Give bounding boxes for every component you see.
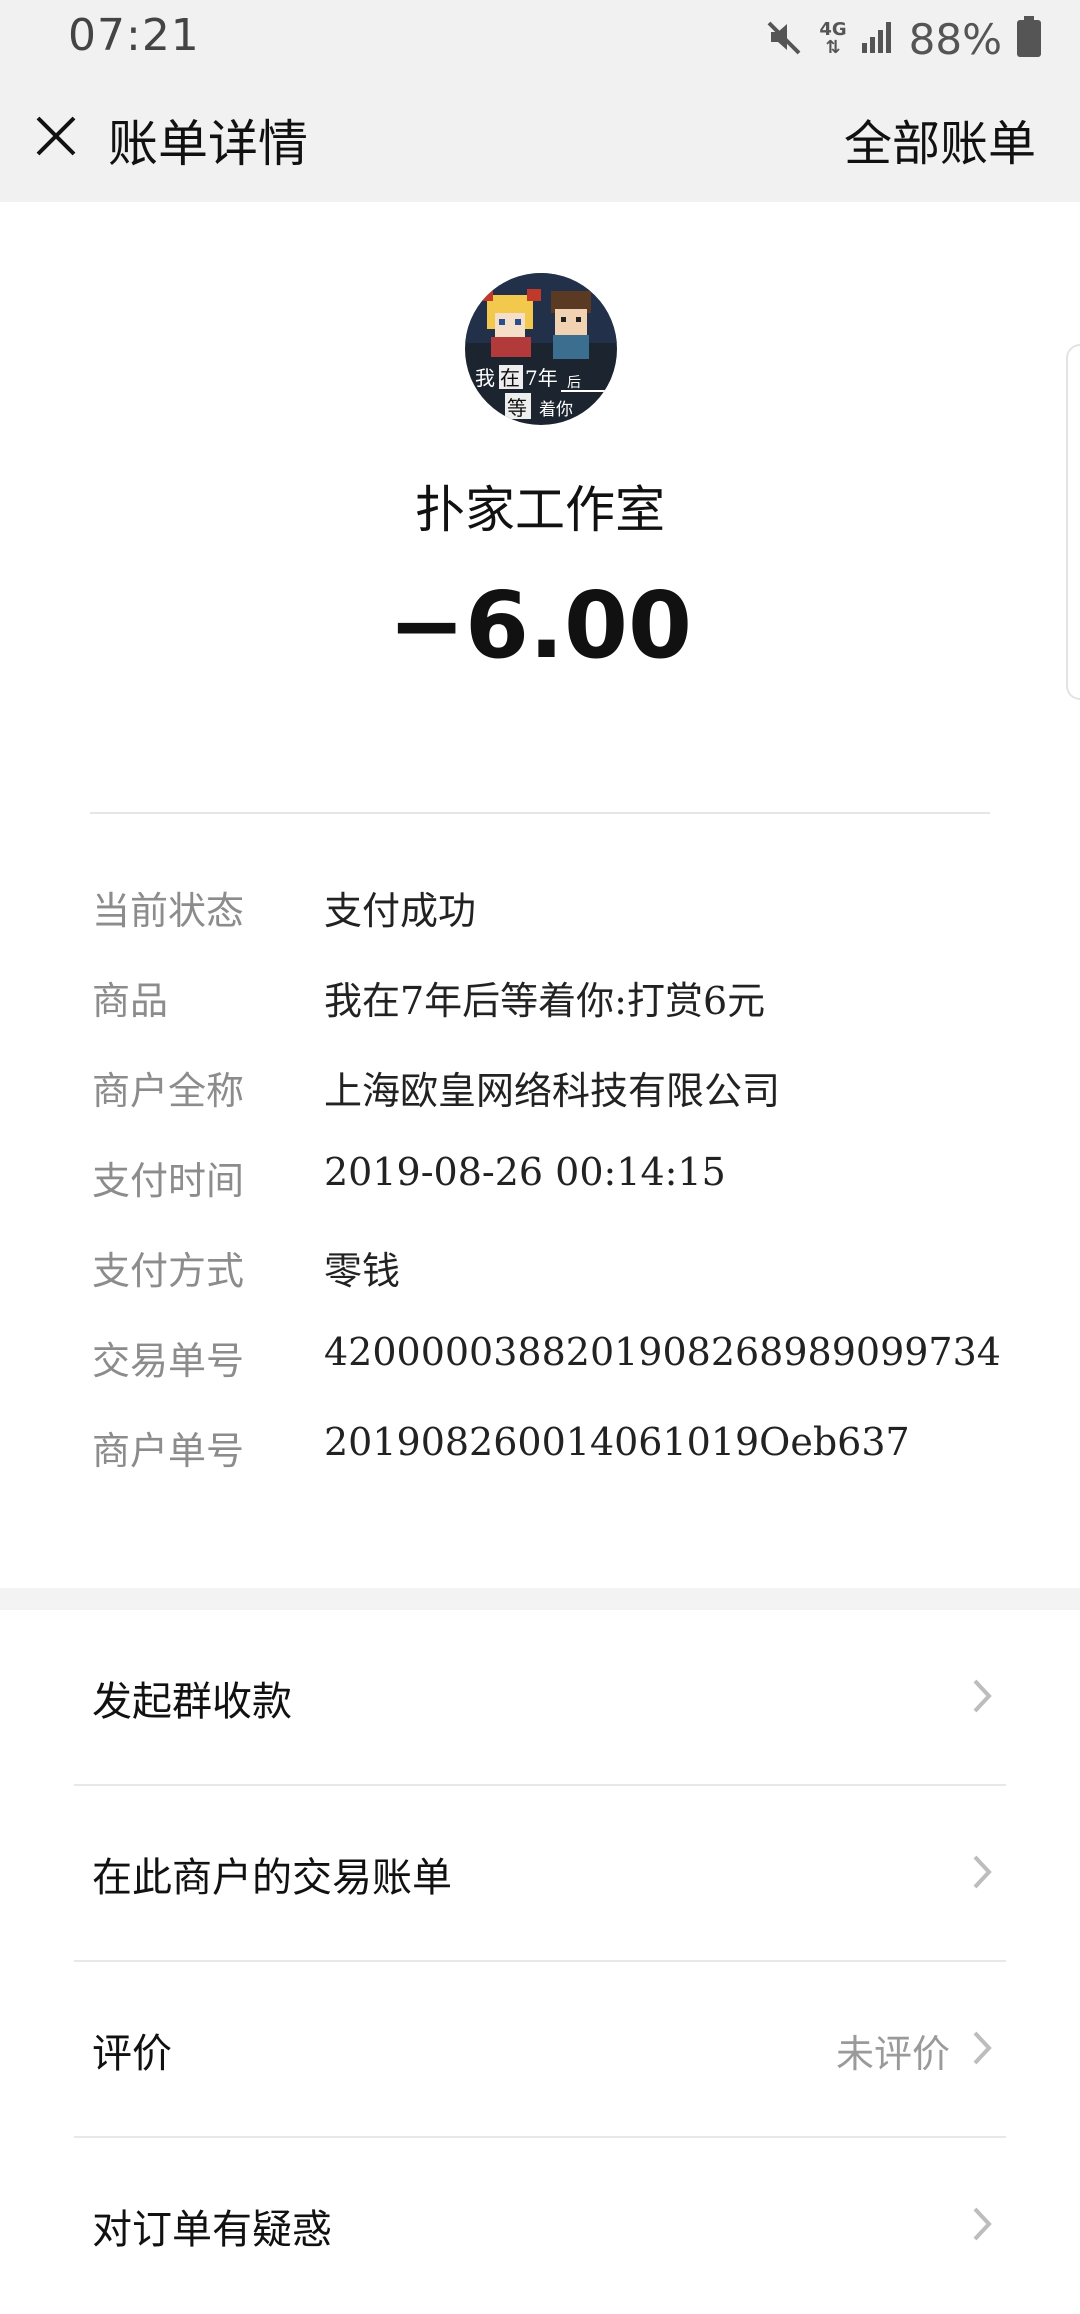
menu-item-label: 在此商户的交易账单 (92, 1855, 452, 1901)
menu-item-label: 发起群收款 (92, 1679, 292, 1725)
chevron-right-icon (972, 1678, 992, 1718)
detail-value: 4200000388201908268989099734 (324, 1330, 1001, 1374)
side-handle[interactable] (1066, 344, 1080, 700)
detail-value: 2019-08-26 00:14:15 (324, 1150, 726, 1194)
avatar-caption-4: 后 (567, 375, 581, 391)
review-item[interactable]: 评价 未评价 (0, 1962, 1080, 2138)
avatar-caption-6: 着你 (539, 400, 573, 420)
payment-amount: −6.00 (387, 572, 693, 679)
detail-value: 201908260014061019Oeb637 (324, 1420, 910, 1464)
status-icons: 4G ⇅ 88% (765, 14, 1042, 64)
detail-value: 上海欧皇网络科技有限公司 (324, 1069, 781, 1113)
all-bills-link[interactable]: 全部账单 (844, 104, 1036, 174)
avatar-caption-1: 我 (475, 366, 495, 390)
battery-icon (1016, 16, 1042, 62)
menu-item-label: 对订单有疑惑 (92, 2207, 332, 2253)
chevron-right-icon (972, 1854, 992, 1894)
mute-icon (765, 17, 805, 61)
close-icon (34, 114, 78, 162)
detail-value: 零钱 (324, 1249, 401, 1293)
detail-row-merchant: 商户全称 上海欧皇网络科技有限公司 (92, 1060, 1022, 1150)
detail-value: 我在7年后等着你:打赏6元 (324, 979, 766, 1023)
detail-row-transaction-id: 交易单号 4200000388201908268989099734 (92, 1330, 1022, 1420)
transaction-details: 当前状态 支付成功 商品 我在7年后等着你:打赏6元 商户全称 上海欧皇网络科技… (92, 880, 1022, 1510)
avatar-caption-5: 等 (507, 396, 527, 420)
menu-item-right: 未评价 (836, 2023, 992, 2078)
section-gap (0, 1588, 1080, 1610)
avatar-caption-2: 在 (500, 366, 520, 390)
avatar-caption-3: 7年 (525, 366, 558, 390)
battery-percent: 88% (908, 14, 1002, 64)
detail-label: 商户全称 (92, 1069, 245, 1113)
merchant-avatar: 我 在 7年 后 等 着你 (465, 273, 617, 425)
menu-item-right (950, 2206, 992, 2246)
chevron-right-icon (972, 2030, 992, 2070)
detail-label: 当前状态 (92, 889, 245, 933)
merchant-name: 扑家工作室 (415, 481, 665, 539)
order-question-item[interactable]: 对订单有疑惑 (0, 2138, 1080, 2314)
detail-row-method: 支付方式 零钱 (92, 1240, 1022, 1330)
detail-label: 支付方式 (92, 1249, 245, 1293)
menu-item-right (950, 1678, 992, 1718)
detail-row-status: 当前状态 支付成功 (92, 880, 1022, 970)
detail-label: 商户单号 (92, 1429, 245, 1473)
network-indicator: 4G ⇅ (819, 19, 847, 58)
detail-row-time: 支付时间 2019-08-26 00:14:15 (92, 1150, 1022, 1240)
detail-value: 支付成功 (324, 889, 477, 933)
detail-row-product: 商品 我在7年后等着你:打赏6元 (92, 970, 1022, 1060)
signal-icon (861, 19, 895, 59)
detail-label: 商品 (92, 979, 169, 1023)
close-button[interactable] (30, 112, 82, 164)
page-title: 账单详情 (108, 115, 308, 173)
detail-label: 交易单号 (92, 1339, 245, 1383)
menu-item-label: 评价 (92, 2031, 172, 2077)
status-time: 07:21 (68, 10, 200, 61)
group-collect-item[interactable]: 发起群收款 (0, 1610, 1080, 1786)
menu-item-right (950, 1854, 992, 1894)
review-status: 未评价 (835, 2031, 950, 2076)
top-bar: 07:21 4G ⇅ 88% 账单详情 全部账单 (0, 0, 1080, 202)
detail-label: 支付时间 (92, 1159, 245, 1203)
action-list: 发起群收款 在此商户的交易账单 评价 未评价 对订单有疑惑 (0, 1610, 1080, 2314)
detail-row-merchant-order-id: 商户单号 201908260014061019Oeb637 (92, 1420, 1022, 1510)
chevron-right-icon (972, 2206, 992, 2246)
merchant-bills-item[interactable]: 在此商户的交易账单 (0, 1786, 1080, 1962)
divider (90, 812, 990, 814)
